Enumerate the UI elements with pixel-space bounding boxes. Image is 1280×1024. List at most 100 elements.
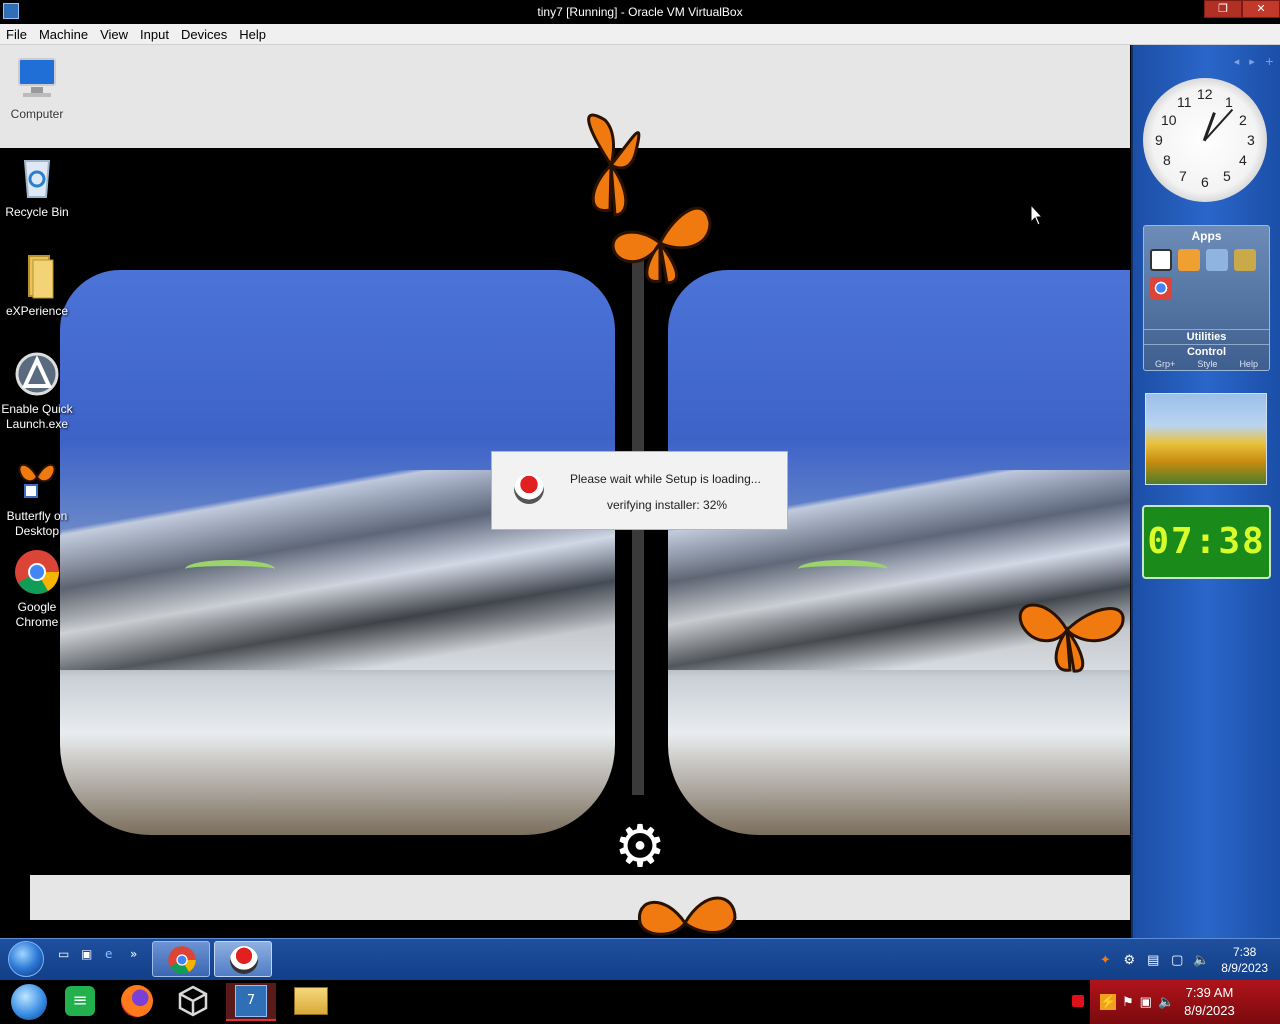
- host-taskbar-messaging-app[interactable]: ≡: [55, 983, 105, 1021]
- setup-progress-text: verifying installer: 32%: [607, 498, 728, 512]
- wallpaper-bottom-band: [30, 875, 1130, 920]
- apps-gadget-title: Apps: [1191, 229, 1222, 243]
- hourglass-icon[interactable]: [1234, 249, 1256, 271]
- paraglider-image: [185, 560, 275, 578]
- taskbar-chrome-button[interactable]: [152, 941, 210, 977]
- host-start-button[interactable]: [4, 983, 54, 1021]
- show-desktop-icon[interactable]: ▭: [58, 947, 76, 963]
- power-tray-icon[interactable]: ⚡: [1100, 994, 1116, 1010]
- paint-icon[interactable]: [1206, 249, 1228, 271]
- folder-icon: [294, 987, 328, 1015]
- menu-file[interactable]: File: [0, 27, 33, 42]
- menu-devices[interactable]: Devices: [175, 27, 233, 42]
- volume-icon[interactable]: 🔈: [1193, 952, 1209, 968]
- host-system-tray: ⚡ ⚑ ▣ 🔈 7:39 AM 8/9/2023: [1090, 980, 1280, 1024]
- taskbar-setup-button[interactable]: [214, 941, 272, 977]
- apps-footer-grp[interactable]: Grp+: [1155, 359, 1175, 369]
- desktop-icon-recycle-bin[interactable]: Recycle Bin: [0, 153, 74, 220]
- network-tray-icon[interactable]: ⚙: [1121, 952, 1137, 968]
- butterfly-tray-icon[interactable]: ✦: [1097, 952, 1113, 968]
- desktop-icon-label: eXPerience: [5, 304, 69, 318]
- slideshow-gadget[interactable]: [1145, 393, 1267, 485]
- network-tray-icon[interactable]: ▣: [1140, 994, 1152, 1010]
- apps-gadget[interactable]: Apps Utilities Control Grp+ Style Help: [1143, 225, 1270, 371]
- host-clock[interactable]: 7:39 AM 8/9/2023: [1184, 984, 1235, 1020]
- desktop-icon-computer[interactable]: Computer: [0, 55, 74, 122]
- close-button[interactable]: ✕: [1242, 0, 1280, 18]
- virtualbox-icon: [178, 985, 208, 1017]
- vr-lens-right: [668, 270, 1130, 835]
- app-tile-icon[interactable]: [1150, 249, 1172, 271]
- paraglider-image: [798, 560, 888, 578]
- chrome-icon[interactable]: [1150, 277, 1172, 299]
- guest-screen[interactable]: ⚙ Computer Recycle Bin eXPerience Enable…: [0, 45, 1280, 938]
- firefox-icon: [121, 985, 153, 1017]
- desktop-icon-label: Enable Quick Launch.exe: [1, 402, 73, 431]
- clock-number: 3: [1247, 132, 1255, 148]
- sidebar-nav: ◂ ▸ +: [1234, 55, 1274, 68]
- apps-footer-help[interactable]: Help: [1239, 359, 1258, 369]
- restore-button[interactable]: ❐: [1204, 0, 1242, 18]
- host-clock-date: 8/9/2023: [1184, 1003, 1235, 1018]
- host-taskbar-file-explorer[interactable]: [286, 983, 336, 1021]
- menu-bar: File Machine View Input Devices Help: [0, 24, 1280, 45]
- butterfly-icon: [13, 457, 61, 505]
- guest-system-tray: ✦ ⚙ ▤ ▢ 🔈 7:38 8/9/2023: [1097, 939, 1268, 981]
- internet-explorer-icon[interactable]: e: [105, 947, 123, 963]
- gear-icon: ⚙: [614, 812, 666, 880]
- desktop-icon-google-chrome[interactable]: Google Chrome: [0, 548, 74, 630]
- volume-icon[interactable]: 🔈: [1158, 994, 1174, 1010]
- digital-clock-gadget[interactable]: 07:38: [1142, 505, 1271, 579]
- menu-help[interactable]: Help: [233, 27, 272, 42]
- document-tray-icon[interactable]: ▤: [1145, 952, 1161, 968]
- apps-row-utilities[interactable]: Utilities: [1144, 329, 1269, 344]
- host-window-titlebar: tiny7 [Running] - Oracle VM VirtualBox ❐…: [0, 0, 1280, 24]
- guest-clock[interactable]: 7:38 8/9/2023: [1221, 944, 1268, 976]
- butterfly-image: [605, 193, 715, 288]
- setup-installer-icon: [230, 946, 258, 974]
- flag-tray-icon[interactable]: ⚑: [1122, 994, 1134, 1010]
- menu-input[interactable]: Input: [134, 27, 175, 42]
- desktop-icon-butterfly-on-desktop[interactable]: Butterfly on Desktop: [0, 457, 74, 539]
- apps-row-control[interactable]: Control: [1144, 344, 1269, 359]
- clock-number: 5: [1223, 168, 1231, 184]
- desktop-icon-label: Recycle Bin: [5, 205, 69, 219]
- quicklaunch-overflow-icon[interactable]: »: [130, 947, 148, 963]
- desktop-icon-enable-quick-launch[interactable]: Enable Quick Launch.exe: [0, 350, 74, 432]
- menu-machine[interactable]: Machine: [33, 27, 94, 42]
- guest-clock-time: 7:38: [1232, 945, 1257, 959]
- action-center-icon[interactable]: ▢: [1169, 952, 1185, 968]
- clock-number: 10: [1161, 112, 1177, 128]
- recycle-bin-icon: [13, 153, 61, 201]
- butterfly-image: [630, 883, 740, 938]
- desktop-icon-label: Computer: [10, 107, 64, 121]
- apps-footer-style[interactable]: Style: [1197, 359, 1217, 369]
- guest-clock-date: 8/9/2023: [1221, 961, 1268, 975]
- autoit-icon: [13, 350, 61, 398]
- vr-lens-left: [60, 270, 615, 835]
- vm-window-icon: 7: [235, 985, 267, 1017]
- host-taskbar-firefox[interactable]: [112, 983, 162, 1021]
- media-player-icon[interactable]: [1178, 249, 1200, 271]
- desktop-icon-label: Butterfly on Desktop: [6, 509, 68, 538]
- add-gadget-icon[interactable]: +: [1265, 55, 1274, 68]
- desktop-icon-label: Google Chrome: [15, 600, 59, 629]
- chevron-right-icon[interactable]: ▸: [1249, 55, 1255, 68]
- computer-icon: [13, 55, 61, 103]
- clock-number: 8: [1163, 152, 1171, 168]
- clock-number: 11: [1177, 94, 1192, 110]
- start-button[interactable]: [8, 941, 44, 977]
- wallpaper-top-band: [0, 45, 1130, 148]
- clock-number: 12: [1197, 86, 1213, 102]
- clock-number: 1: [1225, 94, 1233, 110]
- host-taskbar-tiny7-vm[interactable]: 7: [226, 983, 276, 1021]
- analog-clock-gadget[interactable]: 12 1 2 3 4 5 6 7 8 9 10 11: [1143, 78, 1267, 202]
- switch-windows-icon[interactable]: ▣: [81, 947, 99, 963]
- vm-status-indicator-icon[interactable]: [1072, 995, 1084, 1007]
- menu-view[interactable]: View: [94, 27, 134, 42]
- desktop-icon-experience[interactable]: eXPerience: [0, 252, 74, 319]
- host-taskbar-virtualbox[interactable]: [168, 983, 218, 1021]
- setup-installer-icon: [514, 474, 544, 504]
- butterfly-image: [1012, 595, 1130, 675]
- chevron-left-icon[interactable]: ◂: [1234, 55, 1240, 68]
